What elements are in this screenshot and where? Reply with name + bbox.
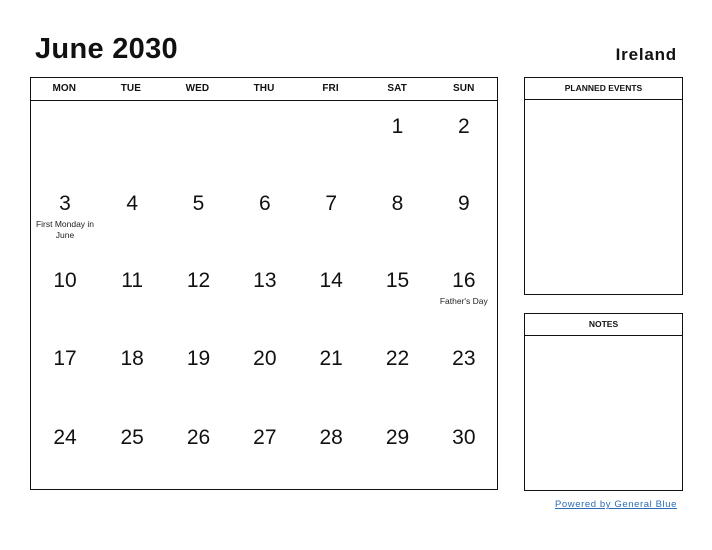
day-number: 27 (253, 426, 277, 449)
notes-box: NOTES (524, 313, 683, 491)
day-number: 30 (452, 426, 476, 449)
day-number: 2 (457, 115, 470, 138)
day-number: 28 (319, 426, 343, 449)
day-cell: 26 (165, 412, 231, 490)
day-cell: 29 (364, 412, 430, 490)
day-number: 21 (319, 347, 343, 370)
day-cell: 8 (364, 178, 430, 255)
day-number: 1 (391, 115, 404, 138)
calendar-grid: MON TUE WED THU FRI SAT SUN 1 2 3 First Mon… (30, 77, 498, 490)
powered-by-link[interactable]: Powered by General Blue (555, 499, 677, 510)
weekday-thu: THU (253, 83, 275, 94)
day-number: 11 (121, 269, 144, 292)
day-cell: 12 (165, 255, 231, 333)
day-cell: 2 (431, 101, 497, 178)
weekday-fri: FRI (322, 83, 339, 94)
empty-day-cell (298, 101, 364, 178)
day-number: 16 (452, 269, 476, 292)
day-cell: 5 (165, 178, 231, 255)
day-number: 8 (391, 192, 404, 215)
notes-header: NOTES (525, 314, 682, 336)
country-label: Ireland (615, 45, 677, 64)
day-number: 6 (258, 192, 271, 215)
day-cell: 24 (31, 412, 99, 490)
day-cell: 4 (99, 178, 165, 255)
day-cell: 13 (232, 255, 298, 333)
calendar-body: 1 2 3 First Monday in June 4 5 6 7 8 9 10 11 12 13 14 1… (31, 101, 497, 490)
day-number: 10 (53, 269, 77, 292)
day-number: 24 (53, 426, 77, 449)
day-number: 12 (186, 269, 211, 292)
planned-events-header: PLANNED EVENTS (525, 78, 682, 100)
day-number: 22 (385, 347, 410, 370)
day-number: 5 (192, 192, 205, 215)
day-cell: 1 (364, 101, 430, 178)
day-number: 20 (253, 347, 277, 370)
day-number: 13 (253, 269, 277, 292)
planned-events-box: PLANNED EVENTS (524, 77, 683, 295)
day-cell: 9 (431, 178, 497, 255)
weekday-mon: MON (52, 83, 77, 94)
day-cell: 6 (232, 178, 298, 255)
day-number: 17 (53, 347, 77, 370)
day-cell: 20 (232, 333, 298, 412)
day-number: 3 (59, 192, 71, 215)
day-number: 23 (452, 347, 476, 370)
day-cell: 23 (431, 333, 497, 412)
day-cell: 28 (298, 412, 364, 490)
day-cell: 30 (431, 412, 497, 490)
day-number: 19 (186, 347, 211, 370)
day-cell: 18 (99, 333, 165, 412)
empty-day-cell (165, 101, 231, 178)
day-cell: 3 First Monday in June (31, 178, 99, 255)
day-cell: 21 (298, 333, 364, 412)
day-cell: 15 (364, 255, 430, 333)
day-cell: 14 (298, 255, 364, 333)
day-cell: 25 (99, 412, 165, 490)
day-cell: 19 (165, 333, 231, 412)
day-number: 4 (126, 192, 138, 215)
day-cell: 17 (31, 333, 99, 412)
holiday-label: First Monday in June (35, 219, 95, 240)
weekday-tue: TUE (120, 83, 141, 94)
day-number: 14 (319, 269, 343, 292)
day-number: 15 (385, 269, 410, 292)
day-cell: 7 (298, 178, 364, 255)
weekday-wed: WED (185, 83, 210, 94)
weekday-sat: SAT (387, 83, 407, 94)
day-cell: 27 (232, 412, 298, 490)
day-number: 9 (457, 192, 470, 215)
day-number: 18 (120, 347, 144, 370)
day-number: 25 (120, 426, 144, 449)
day-cell: 22 (364, 333, 430, 412)
day-cell: 16 Father's Day (431, 255, 497, 333)
day-cell: 10 (31, 255, 99, 333)
day-cell: 11 (99, 255, 165, 333)
weekday-sun: SUN (452, 83, 475, 94)
day-number: 26 (186, 426, 211, 449)
day-number: 7 (325, 192, 337, 215)
empty-day-cell (31, 101, 99, 178)
day-number: 29 (385, 426, 410, 449)
weekday-header-row: MON TUE WED THU FRI SAT SUN (31, 78, 497, 101)
empty-day-cell (232, 101, 298, 178)
page-title: June 2030 (35, 33, 178, 65)
holiday-label: Father's Day (439, 296, 488, 306)
empty-day-cell (99, 101, 165, 178)
